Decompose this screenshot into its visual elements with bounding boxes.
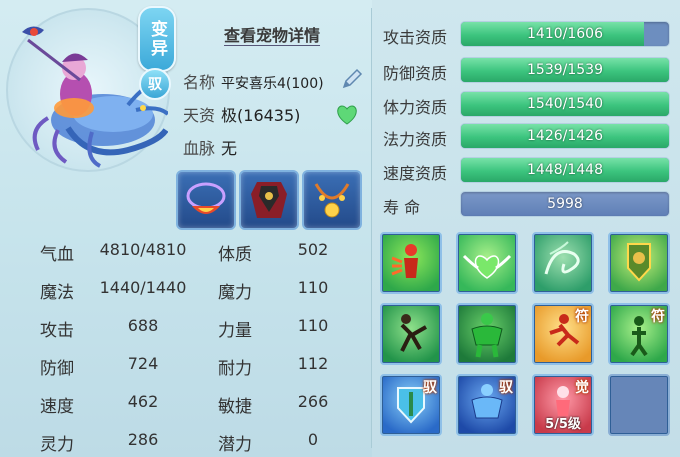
quality-bar: 1426/1426: [460, 123, 670, 149]
green-kick-skill-icon: [400, 314, 427, 352]
skill-tag: 符: [575, 309, 589, 325]
red-runner-skill-icon: [391, 244, 418, 278]
stat-label: 攻击: [40, 321, 74, 341]
quality-value: 1426/1426: [527, 128, 603, 144]
aptitude-value: 极(16435): [221, 106, 301, 125]
pet-name-value: 平安喜乐4(100): [221, 76, 324, 92]
necklace-icon: [186, 182, 226, 214]
stat-label: 耐力: [218, 359, 252, 379]
quality-label: 攻击资质: [383, 28, 448, 47]
lifespan-bar: 5998: [460, 191, 670, 217]
quality-label: 速度资质: [383, 164, 448, 183]
skill-tag: 觉: [575, 380, 589, 396]
stat-value: 4810/4810: [99, 240, 187, 259]
aptitude-row: 天资 极(16435): [183, 102, 300, 126]
stat-label: 魔法: [40, 283, 74, 303]
skill-slot[interactable]: [608, 232, 670, 294]
skill-tag: 符: [651, 309, 665, 325]
bloodline-label: 血脉: [183, 139, 216, 158]
stat-label: 敏捷: [218, 397, 252, 417]
lifespan-label: 寿 命: [383, 198, 421, 217]
stat-label: 气血: [40, 245, 74, 265]
quality-label: 防御资质: [383, 64, 448, 83]
quality-bar: 1448/1448: [460, 157, 670, 183]
stat-label: 灵力: [40, 435, 74, 455]
shield-banner-skill-icon: [627, 243, 651, 282]
stat-value: 688: [127, 316, 159, 335]
aptitude-label: 天资: [183, 106, 216, 125]
bloodline-row: 血脉无: [183, 135, 237, 159]
stat-label: 体质: [218, 245, 252, 265]
quality-bar: 1539/1539: [460, 57, 670, 83]
quality-bar: 1540/1540: [460, 91, 670, 117]
name-label: 名称: [183, 73, 216, 92]
collar-icon: [314, 183, 350, 218]
green-heart-icon[interactable]: [336, 105, 358, 129]
stat-value: 502: [297, 240, 329, 259]
skill-slot[interactable]: [456, 232, 518, 294]
stat-value: 112: [297, 354, 329, 373]
skill-level: 5/5级: [545, 417, 581, 432]
stat-value: 110: [297, 316, 329, 335]
skill-slot[interactable]: 符: [608, 303, 670, 365]
skill-tag: 驭: [423, 380, 437, 396]
ride-badge[interactable]: 驭: [139, 68, 171, 100]
pet-summary-panel: 变异 驭 查看宠物详情 名称 平安喜乐4(100) 天资 极(16435) 血脉无: [0, 0, 372, 457]
quality-value: 1539/1539: [527, 62, 603, 78]
stat-label: 潜力: [218, 435, 252, 455]
variant-badge: 变异: [138, 6, 176, 72]
skill-slot[interactable]: 驭: [380, 374, 442, 436]
stat-value: 110: [297, 278, 329, 297]
stat-label: 速度: [40, 397, 74, 417]
rename-pencil-icon[interactable]: [340, 67, 364, 95]
winged-heart-skill-icon: [462, 254, 512, 279]
skill-slot[interactable]: [380, 303, 442, 365]
view-pet-details-link[interactable]: 查看宠物详情: [224, 22, 320, 46]
quality-bar: 1410/1606: [460, 21, 670, 47]
skill-slot[interactable]: 符: [532, 303, 594, 365]
equipment-slot-necklace[interactable]: [176, 170, 236, 230]
muscle-skill-icon: [471, 313, 503, 358]
skill-slot[interactable]: [532, 232, 594, 294]
stat-label: 魔力: [218, 283, 252, 303]
lifespan-value: 5998: [547, 196, 583, 212]
stat-label: 力量: [218, 321, 252, 341]
skill-slot[interactable]: [380, 232, 442, 294]
quality-value: 1540/1540: [527, 96, 603, 112]
equipment-slot-collar[interactable]: [302, 170, 362, 230]
skill-slot[interactable]: [456, 303, 518, 365]
skill-tag: 驭: [499, 380, 513, 396]
quality-value: 1410/1606: [527, 26, 603, 42]
stat-value: 266: [297, 392, 329, 411]
variant-badge-text: 变异: [147, 20, 167, 58]
quality-label: 法力资质: [383, 130, 448, 149]
skill-slot[interactable]: 觉 5/5级: [532, 374, 594, 436]
quality-value: 1448/1448: [527, 162, 603, 178]
green-swirl-skill-icon: [544, 241, 580, 275]
empty-skill-slot[interactable]: [608, 374, 670, 436]
equipment-slot-armor[interactable]: [239, 170, 299, 230]
stat-value: 0: [307, 430, 319, 449]
quality-label: 体力资质: [383, 98, 448, 117]
stat-value: 286: [127, 430, 159, 449]
armor-icon: [251, 182, 287, 218]
skill-slot[interactable]: 驭: [456, 374, 518, 436]
stat-label: 防御: [40, 359, 74, 379]
bloodline-value: 无: [221, 139, 238, 158]
stat-value: 1440/1440: [99, 278, 187, 297]
stat-value: 462: [127, 392, 159, 411]
pet-name-row: 名称 平安喜乐4(100): [183, 69, 324, 93]
stat-value: 724: [127, 354, 159, 373]
